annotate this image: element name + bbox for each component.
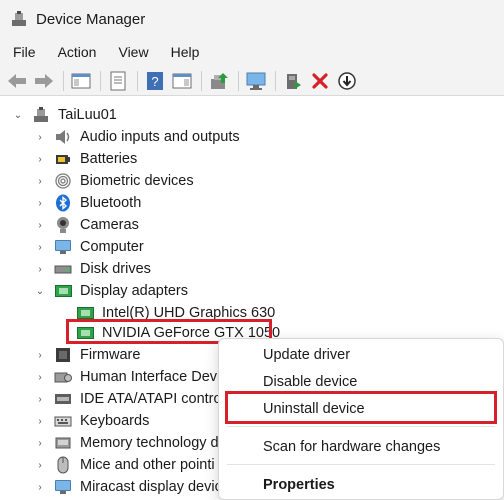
webcam-icon [54, 216, 72, 234]
tree-item-label: Batteries [80, 151, 138, 167]
menu-properties[interactable]: Properties [263, 477, 335, 493]
show-hide-console-tree-icon[interactable] [70, 70, 92, 92]
tree-root-row[interactable]: ⌄ TaiLuu01 [12, 104, 117, 126]
disk-drive-icon [54, 260, 72, 278]
back-arrow-icon[interactable] [6, 70, 28, 92]
toolbar-separator [238, 70, 239, 91]
action-pane-icon[interactable] [171, 70, 193, 92]
tree-item-label: Memory technology d [80, 435, 219, 451]
window-title: Device Manager [36, 10, 146, 28]
context-menu-divider [227, 426, 495, 427]
tree-item-keyboards[interactable]: › Keyboards [34, 410, 149, 432]
toolbar: ? [0, 66, 504, 96]
display-adapter-icon [54, 282, 72, 300]
hid-icon [54, 368, 72, 386]
chevron-right-icon[interactable]: › [34, 459, 46, 471]
ide-controller-icon [54, 390, 72, 408]
menu-scan-hardware[interactable]: Scan for hardware changes [263, 439, 440, 455]
toolbar-separator [63, 70, 64, 91]
tree-item-computer[interactable]: › Computer [34, 236, 144, 258]
computer-root-icon [32, 106, 50, 124]
tree-item-mice[interactable]: › Mice and other pointi [34, 454, 215, 476]
tree-item-biometric[interactable]: › Biometric devices [34, 170, 194, 192]
chevron-right-icon[interactable]: › [34, 415, 46, 427]
tree-item-label: Biometric devices [80, 173, 194, 189]
menu-action[interactable]: Action [51, 40, 104, 64]
scan-hardware-monitor-icon[interactable] [245, 70, 267, 92]
menu-update-driver[interactable]: Update driver [263, 347, 350, 363]
tree-item-batteries[interactable]: › Batteries [34, 148, 137, 170]
tree-item-memory-technology[interactable]: › Memory technology d [34, 432, 219, 454]
tree-item-label: Keyboards [80, 413, 150, 429]
title-bar: Device Manager [0, 0, 504, 38]
tree-item-label: Cameras [80, 217, 139, 233]
toolbar-separator [100, 70, 101, 91]
chevron-right-icon[interactable]: › [34, 219, 46, 231]
toolbar-separator [275, 70, 276, 91]
tree-item-label: Computer [80, 239, 144, 255]
uninstall-highlight-box [225, 391, 497, 424]
chevron-right-icon[interactable]: › [34, 393, 46, 405]
tree-item-label: Mice and other pointi [80, 457, 215, 473]
forward-arrow-icon[interactable] [33, 70, 55, 92]
chevron-down-icon[interactable]: ⌄ [12, 109, 24, 121]
device-manager-icon [10, 10, 28, 28]
chevron-right-icon[interactable]: › [34, 349, 46, 361]
uninstall-x-icon[interactable] [309, 70, 331, 92]
toolbar-separator [137, 70, 138, 91]
tree-item-label: IDE ATA/ATAPI controlle [80, 391, 237, 407]
miracast-display-icon [54, 478, 72, 496]
tree-item-bluetooth[interactable]: › Bluetooth [34, 192, 141, 214]
tree-item-label: Disk drives [80, 261, 151, 277]
chevron-right-icon[interactable]: › [34, 437, 46, 449]
fingerprint-icon [54, 172, 72, 190]
svg-text:?: ? [151, 74, 158, 89]
update-driver-icon[interactable] [208, 70, 230, 92]
keyboard-icon [54, 412, 72, 430]
chevron-right-icon[interactable]: › [34, 153, 46, 165]
context-menu-divider [227, 464, 495, 465]
mouse-icon [54, 456, 72, 474]
chevron-down-icon[interactable]: ⌄ [34, 285, 46, 297]
download-circle-icon[interactable] [336, 70, 358, 92]
toolbar-separator [201, 70, 202, 91]
tree-root-label: TaiLuu01 [58, 107, 117, 123]
menu-view[interactable]: View [111, 40, 155, 64]
tree-item-ide[interactable]: › IDE ATA/ATAPI controlle [34, 388, 236, 410]
chevron-right-icon[interactable]: › [34, 197, 46, 209]
memory-card-icon [54, 434, 72, 452]
firmware-chip-icon [54, 346, 72, 364]
monitor-icon [54, 238, 72, 256]
tree-item-label: Miracast display devic [80, 479, 222, 495]
tree-item-miracast[interactable]: › Miracast display devic [34, 476, 222, 498]
tree-item-hid[interactable]: › Human Interface Devic [34, 366, 227, 388]
menu-help[interactable]: Help [164, 40, 207, 64]
chevron-right-icon[interactable]: › [34, 175, 46, 187]
menu-disable-device[interactable]: Disable device [263, 374, 357, 390]
chevron-right-icon[interactable]: › [34, 263, 46, 275]
menu-file[interactable]: File [6, 40, 43, 64]
bluetooth-icon [54, 194, 72, 212]
tree-item-label: Firmware [80, 347, 141, 363]
tree-item-label: Display adapters [80, 283, 188, 299]
enable-device-icon[interactable] [282, 70, 304, 92]
chevron-right-icon[interactable]: › [34, 371, 46, 383]
tree-item-audio[interactable]: › Audio inputs and outputs [34, 126, 240, 148]
tree-item-display-adapters[interactable]: ⌄ Display adapters [34, 280, 188, 302]
tree-item-label: Human Interface Devic [80, 369, 228, 385]
tree-item-cameras[interactable]: › Cameras [34, 214, 139, 236]
tree-item-label: Audio inputs and outputs [80, 129, 240, 145]
chevron-right-icon[interactable]: › [34, 241, 46, 253]
tree-item-disk-drives[interactable]: › Disk drives [34, 258, 151, 280]
help-icon[interactable]: ? [144, 70, 166, 92]
chevron-right-icon[interactable]: › [34, 131, 46, 143]
menu-bar: File Action View Help [0, 38, 504, 66]
tree-item-firmware[interactable]: › Firmware [34, 344, 140, 366]
chevron-right-icon[interactable]: › [34, 481, 46, 493]
speaker-icon [54, 128, 72, 146]
properties-sheet-icon[interactable] [107, 70, 129, 92]
tree-item-label: Bluetooth [80, 195, 142, 211]
battery-icon [54, 150, 72, 168]
